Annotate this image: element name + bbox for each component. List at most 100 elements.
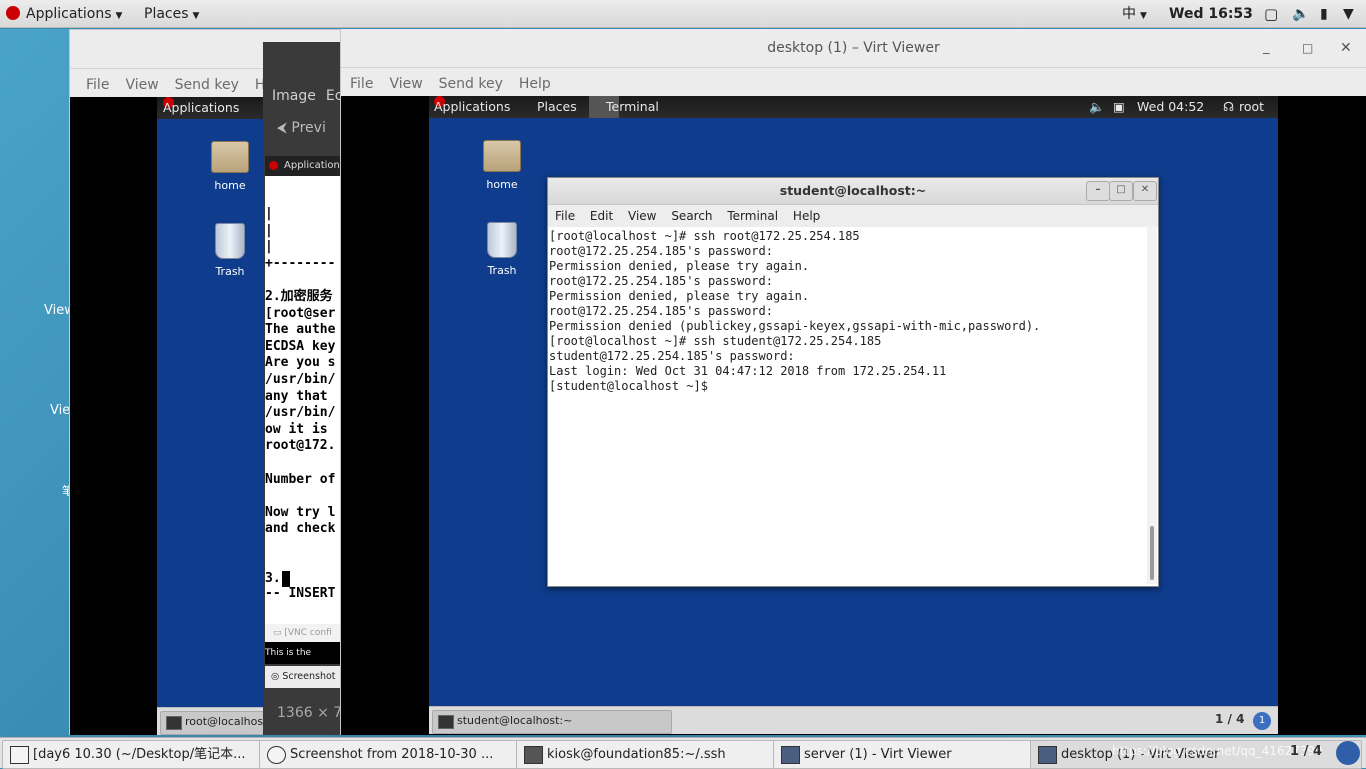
taskbar-item-notes[interactable]: [day6 10.30 (~/Desktop/笔记本... xyxy=(2,740,287,769)
close-button[interactable]: ✕ xyxy=(1340,29,1352,67)
window-title: desktop (1) – Virt Viewer xyxy=(767,40,940,56)
right-virt-viewer-window[interactable]: desktop (1) – Virt Viewer _ □ ✕ File View… xyxy=(340,29,1366,735)
vim-document: | | | +-------- 2.加密服务 [root@ser The authe ECD… xyxy=(265,176,343,624)
menu-send-key[interactable]: Send key xyxy=(439,70,503,98)
screenshot-icon: ◎ xyxy=(271,671,280,682)
menu-terminal[interactable]: Terminal xyxy=(727,209,778,223)
screenshot-task[interactable]: ◎ Screenshot xyxy=(265,666,343,688)
workspace-indicator[interactable]: 1 / 4 xyxy=(1290,744,1322,759)
taskbar-item-screenshot[interactable]: Screenshot from 2018-10-30 ... xyxy=(259,740,544,769)
input-method-indicator[interactable]: 中 ▼ xyxy=(1122,0,1147,28)
guest-terminal-label[interactable]: Terminal xyxy=(606,96,659,118)
image-size-label: 1366 × 7 xyxy=(277,705,343,721)
menu-edit[interactable]: Edit xyxy=(590,209,613,223)
document-line: Number of xyxy=(265,471,336,487)
document-line: | xyxy=(265,222,273,238)
image-viewer-menu: Image Ec xyxy=(263,82,343,110)
text-editor-icon xyxy=(10,746,29,764)
menu-file[interactable]: File xyxy=(86,71,109,99)
guest-user[interactable]: root xyxy=(1239,96,1264,118)
menu-help[interactable]: Help xyxy=(519,70,551,98)
image-viewer-window[interactable]: Image Ec ⮜ Previ Applications | | | +-------… xyxy=(263,42,343,735)
home-folder[interactable]: home xyxy=(472,140,532,191)
terminal-icon xyxy=(524,746,543,764)
terminal-icon xyxy=(438,715,454,729)
screenshot-icon xyxy=(267,746,286,764)
guest-taskbar: student@localhost:~ 1 / 4 1 xyxy=(429,706,1278,734)
host-taskbar: [day6 10.30 (~/Desktop/笔记本... Screenshot… xyxy=(0,737,1366,769)
volume-icon[interactable]: 🔈 xyxy=(1089,96,1105,118)
workspace-indicator[interactable]: 1 / 4 xyxy=(1215,712,1244,726)
document-line: ow it is xyxy=(265,421,336,437)
power-menu-icon[interactable]: ▼ xyxy=(1343,0,1354,28)
document-line: /usr/bin/ xyxy=(265,405,336,421)
terminal-icon xyxy=(166,716,182,730)
title-bar[interactable]: desktop (1) – Virt Viewer _ □ ✕ xyxy=(341,29,1366,68)
terminal-line: Last login: Wed Oct 31 04:47:12 2018 fro… xyxy=(549,364,947,378)
battery-icon[interactable]: ▮ xyxy=(1320,0,1328,28)
document-line: | xyxy=(265,206,273,221)
redhat-icon xyxy=(6,6,20,20)
taskbar-item-terminal[interactable]: kiosk@foundation85:~/.ssh xyxy=(516,740,801,769)
menu-help[interactable]: Help xyxy=(793,209,820,223)
inner-top-bar: Applications xyxy=(265,156,343,176)
scrollbar-thumb[interactable] xyxy=(1150,526,1154,580)
home-folder[interactable]: home xyxy=(200,141,260,192)
menu-view[interactable]: View xyxy=(628,209,656,223)
minimize-button[interactable]: – xyxy=(1086,181,1110,201)
volume-icon[interactable]: 🔈 xyxy=(1292,0,1309,28)
applications-menu[interactable]: Applications ▼ xyxy=(6,0,122,28)
clock[interactable]: Wed 16:53 xyxy=(1169,0,1253,28)
host-desktop-label: Vie xyxy=(50,403,71,418)
menu-image[interactable]: Image xyxy=(272,88,316,104)
document-line: [root@ser xyxy=(265,305,336,321)
text-cursor xyxy=(282,571,290,587)
guest-task-terminal[interactable]: student@localhost:~ xyxy=(432,710,672,734)
document-line: | xyxy=(265,239,273,255)
redhat-icon xyxy=(269,161,278,170)
notification-icon[interactable] xyxy=(1336,741,1360,765)
guest-places[interactable]: Places xyxy=(537,96,577,118)
menu-file[interactable]: File xyxy=(555,209,575,223)
minimize-button[interactable]: _ xyxy=(1263,29,1270,67)
places-menu[interactable]: Places ▼ xyxy=(144,0,199,28)
guest-screen[interactable]: Applications Places Terminal 🔈 ▣ Wed 04:… xyxy=(341,96,1366,735)
menu-file[interactable]: File xyxy=(350,70,373,98)
close-button[interactable]: ✕ xyxy=(1133,181,1157,201)
guest-applications[interactable]: Applications xyxy=(163,97,239,119)
menu-send-key[interactable]: Send key xyxy=(175,71,239,99)
terminal-title-bar[interactable]: student@localhost:~ – □ ✕ xyxy=(548,178,1158,205)
terminal-window[interactable]: student@localhost:~ – □ ✕ File Edit View… xyxy=(547,177,1159,587)
document-line: and check xyxy=(265,521,336,537)
maximize-button[interactable]: □ xyxy=(1302,29,1313,67)
document-line: 2.加密服务 xyxy=(265,288,333,304)
document-line: ECDSA key xyxy=(265,338,336,354)
terminal-output[interactable]: [root@localhost ~]# ssh root@172.25.254.… xyxy=(548,227,1158,394)
terminal-line: student@172.25.254.185's password: xyxy=(549,349,795,363)
insert-mode-indicator: -- INSERT xyxy=(265,586,336,601)
menu-bar: File View Send key Help xyxy=(341,70,1366,98)
trash[interactable]: Trash xyxy=(200,223,260,278)
window-icon[interactable]: ▢ xyxy=(1264,0,1278,28)
vnc-icon: ▭ xyxy=(273,628,282,638)
document-line: /usr/bin/ xyxy=(265,371,336,387)
notification-badge[interactable]: 1 xyxy=(1253,712,1271,730)
document-line: Now try l xyxy=(265,504,336,520)
folder-icon xyxy=(211,141,249,173)
menu-view[interactable]: View xyxy=(125,71,158,99)
vnc-config-tab[interactable]: ▭ [VNC confi xyxy=(265,624,343,642)
taskbar-item-server-viewer[interactable]: server (1) - Virt Viewer xyxy=(773,740,1058,769)
network-icon[interactable]: ▣ xyxy=(1113,96,1125,118)
previous-button[interactable]: ⮜ Previ xyxy=(277,120,326,136)
trash[interactable]: Trash xyxy=(472,222,532,277)
menu-view[interactable]: View xyxy=(389,70,422,98)
document-line: +-------- xyxy=(265,255,336,271)
maximize-button[interactable]: □ xyxy=(1109,181,1133,201)
back-arrow-icon: ⮜ xyxy=(277,120,287,136)
terminal-line: [root@localhost ~]# ssh student@172.25.2… xyxy=(549,334,882,348)
terminal-scrollbar[interactable] xyxy=(1147,226,1157,584)
guest-clock[interactable]: Wed 04:52 xyxy=(1137,96,1204,118)
trash-icon xyxy=(487,222,517,258)
menu-search[interactable]: Search xyxy=(671,209,712,223)
trash-icon xyxy=(215,223,245,259)
